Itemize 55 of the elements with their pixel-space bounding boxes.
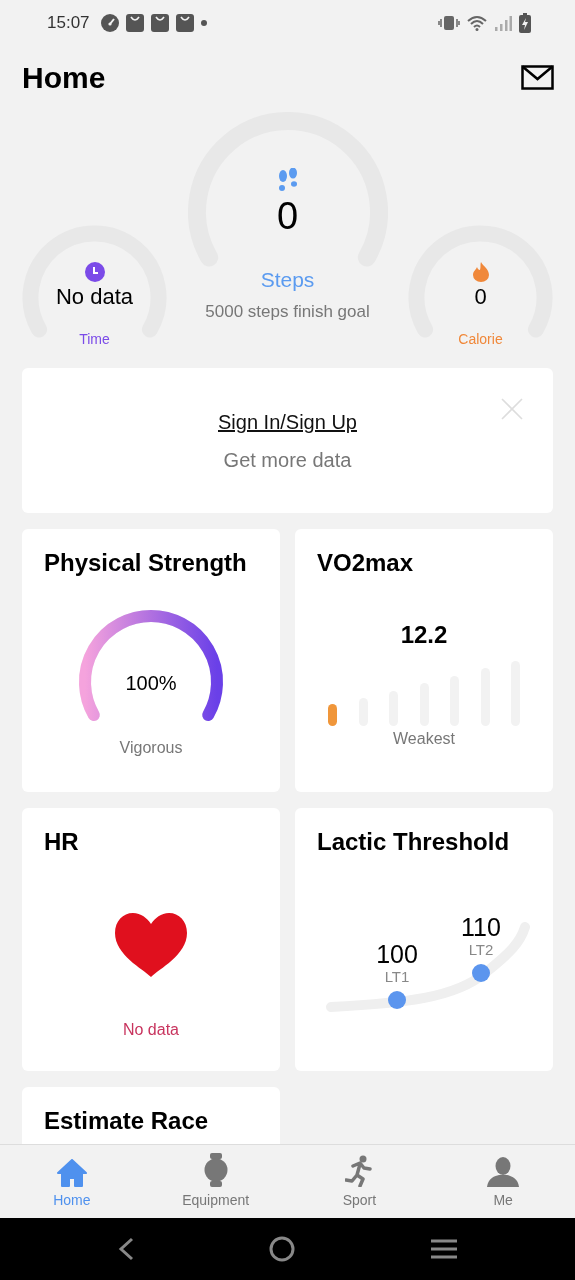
metric-card[interactable]: Physical Strength 100% Vigorous [22, 529, 280, 792]
login-hint: Get more data [223, 448, 352, 472]
page-title: Home [22, 60, 106, 95]
flame-icon [471, 262, 490, 282]
wifi-icon [467, 14, 487, 31]
mail-icon[interactable] [521, 65, 554, 90]
threshold-label: LT2 [468, 941, 494, 959]
gauge-value: No data [55, 284, 134, 310]
threshold-point [472, 964, 490, 982]
metric-card[interactable]: VO2max 12.2 Weakest [295, 529, 553, 792]
shopping-bag-icon [125, 13, 144, 32]
card-title: HR [43, 827, 80, 856]
menu-icon[interactable] [431, 1239, 458, 1259]
sign-in-link[interactable]: Sign In/Sign Up [218, 410, 357, 434]
home-icon [56, 1159, 87, 1187]
signal-icon [494, 14, 512, 31]
vibrate-icon [438, 14, 460, 31]
dot-icon [200, 19, 207, 26]
strength-value: 100% [124, 671, 178, 695]
metric-card[interactable]: HR No data [22, 808, 280, 1071]
shopping-bag-icon [175, 13, 194, 32]
gauge-label: Time [79, 331, 110, 347]
threshold-value: 100 [376, 940, 418, 968]
gauge-label: Calorie [458, 331, 503, 347]
nav-tab[interactable]: Me [431, 1145, 575, 1218]
gauge-caption: 5000 steps finish goal [205, 302, 370, 322]
vo2max-level: Weakest [393, 730, 455, 748]
shopping-bag-icon [150, 13, 169, 32]
running-person-icon [345, 1155, 374, 1187]
gauge-label: Steps [260, 268, 315, 292]
back-icon[interactable] [117, 1237, 134, 1261]
strength-level: Vigorous [119, 739, 183, 757]
hr-status: No data [122, 1021, 179, 1039]
metric-card[interactable]: Estimate Race [22, 1087, 280, 1144]
person-icon [487, 1157, 520, 1187]
gauge-value: 0 [474, 284, 487, 310]
battery-charging-icon [519, 12, 531, 33]
nav-tab[interactable]: Sport [287, 1145, 432, 1218]
clock-time: 15:07 [47, 12, 90, 33]
threshold-label: LT1 [384, 968, 410, 986]
clock-icon [84, 262, 105, 282]
home-circle-icon[interactable] [269, 1236, 296, 1262]
vo2max-value: 12.2 [400, 621, 448, 649]
heart-icon [113, 911, 189, 979]
nav-tab[interactable]: Equipment [143, 1145, 288, 1218]
watch-icon [203, 1153, 228, 1187]
card-title: Physical Strength [43, 548, 248, 577]
metric-card[interactable]: Lactic Threshold 100 LT1 110 LT2 [295, 808, 553, 1071]
speedometer-icon [100, 13, 119, 32]
threshold-value: 110 [461, 913, 501, 941]
gauge-value: 0 [276, 194, 299, 238]
card-title: VO2max [316, 548, 415, 577]
card-title: Estimate Race [43, 1106, 210, 1135]
threshold-point [388, 991, 406, 1009]
card-title: Lactic Threshold [316, 827, 511, 856]
